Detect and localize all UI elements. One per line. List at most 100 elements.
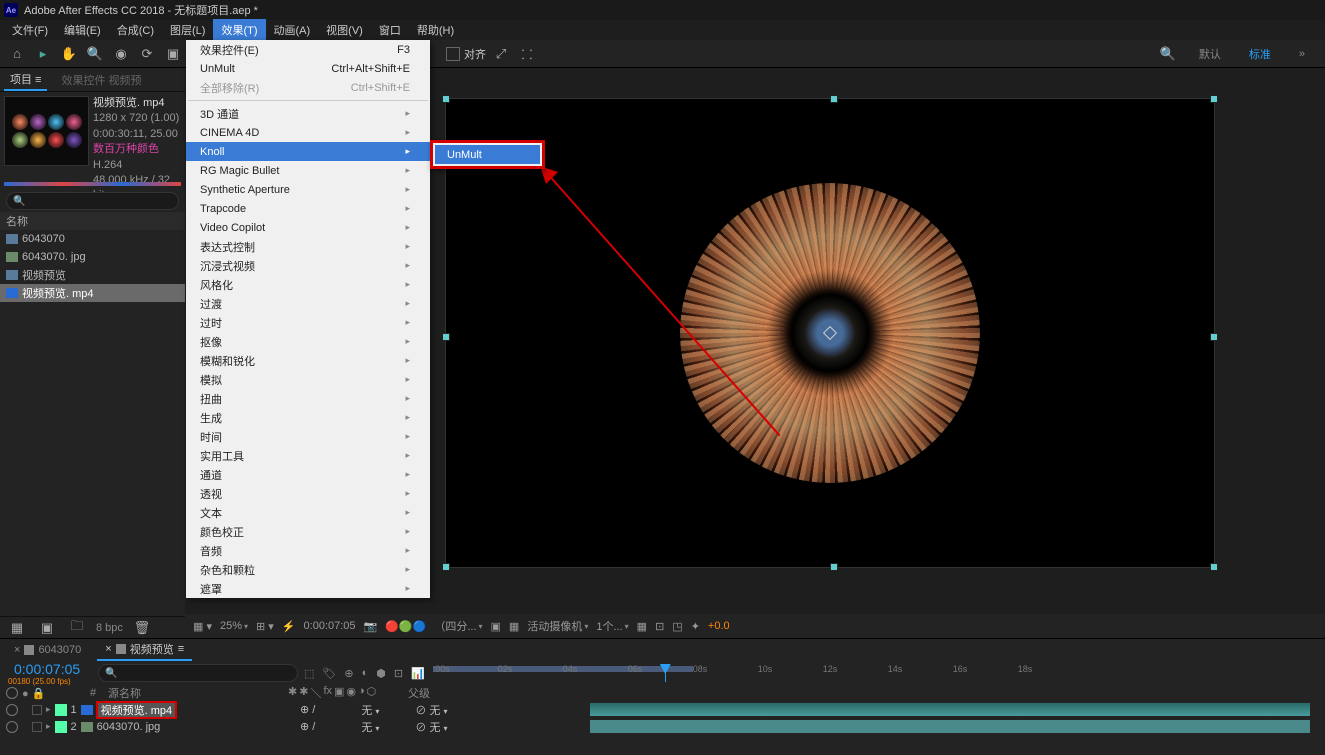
trash-icon[interactable]: 🗑 bbox=[131, 617, 153, 639]
menu-item-3d-channel[interactable]: 3D 通道▸ bbox=[186, 104, 430, 123]
layer-row[interactable]: ▸ 2 6043070. jpg ⊕ / 无 ▾ ⊘ 无 ▾ bbox=[0, 718, 1325, 735]
blend-mode-dropdown[interactable]: 无 ▾ bbox=[361, 719, 379, 735]
res-dropdown[interactable]: ⊞ ▾ bbox=[256, 620, 274, 633]
menu-item-immersive[interactable]: 沉浸式视频▸ bbox=[186, 256, 430, 275]
menu-item-generate[interactable]: 生成▸ bbox=[186, 408, 430, 427]
tl-icon-7[interactable]: 📊 bbox=[411, 667, 425, 680]
tl-icon-2[interactable]: 🏷 bbox=[322, 667, 336, 680]
timecode-display[interactable]: 0:00:07:05 bbox=[304, 620, 356, 632]
interpret-icon[interactable]: ▦ bbox=[6, 617, 28, 639]
orbit-tool-icon[interactable]: ◉ bbox=[110, 43, 132, 65]
col-source[interactable]: 源名称 bbox=[108, 685, 288, 701]
menu-item-rg-magic-bullet[interactable]: RG Magic Bullet▸ bbox=[186, 161, 430, 180]
menu-item-blur[interactable]: 模糊和锐化▸ bbox=[186, 351, 430, 370]
menu-item-text[interactable]: 文本▸ bbox=[186, 503, 430, 522]
bpc-label[interactable]: 8 bpc bbox=[96, 622, 123, 634]
menu-effect[interactable]: 效果(T) bbox=[213, 19, 265, 41]
snapshot-icon[interactable]: 📷 bbox=[364, 620, 378, 633]
magnify-icon[interactable]: ▦ ▾ bbox=[193, 620, 212, 633]
menu-item-remove-all[interactable]: 全部移除(R)Ctrl+Shift+E bbox=[186, 78, 430, 97]
menu-animation[interactable]: 动画(A) bbox=[266, 19, 319, 41]
snap-opt1-icon[interactable]: ⤢ bbox=[490, 43, 512, 65]
asset-row-selected[interactable]: 视频预览. mp4 bbox=[0, 284, 185, 302]
asset-row[interactable]: 视频预览 bbox=[0, 266, 185, 284]
menu-item-time[interactable]: 时间▸ bbox=[186, 427, 430, 446]
view-opt1-icon[interactable]: ▦ bbox=[637, 620, 647, 633]
camera-dropdown[interactable]: 活动摄像机 ▾ bbox=[527, 618, 588, 634]
selection-tool-icon[interactable]: ▸ bbox=[32, 43, 54, 65]
menu-item-utility[interactable]: 实用工具▸ bbox=[186, 446, 430, 465]
snap-opt2-icon[interactable]: ⸬ bbox=[516, 43, 538, 65]
tab-project[interactable]: 项目 ≡ bbox=[4, 69, 47, 91]
new-folder-icon[interactable]: 🗀 bbox=[66, 617, 88, 639]
timeline-search-input[interactable]: 🔍 bbox=[98, 664, 298, 682]
menu-composition[interactable]: 合成(C) bbox=[109, 19, 162, 41]
menu-file[interactable]: 文件(F) bbox=[4, 19, 56, 41]
transparency-icon[interactable]: ▦ bbox=[509, 620, 519, 633]
menu-item-audio[interactable]: 音频▸ bbox=[186, 541, 430, 560]
menu-item-color-correction[interactable]: 颜色校正▸ bbox=[186, 522, 430, 541]
layer-name[interactable]: 6043070. jpg bbox=[97, 721, 161, 733]
layer-clip[interactable] bbox=[590, 703, 1310, 716]
menu-item-video-copilot[interactable]: Video Copilot▸ bbox=[186, 218, 430, 237]
new-comp-icon[interactable]: ▣ bbox=[36, 617, 58, 639]
timeline-tab-active[interactable]: × 视频预览 ≡ bbox=[97, 639, 192, 661]
menu-item-knoll[interactable]: Knoll▸ bbox=[186, 142, 430, 161]
menu-item-simulation[interactable]: 模拟▸ bbox=[186, 370, 430, 389]
layer-name-selected[interactable]: 视频预览. mp4 bbox=[97, 702, 177, 718]
submenu-item-unmult[interactable]: UnMult bbox=[435, 145, 540, 164]
menu-item-transition[interactable]: 过渡▸ bbox=[186, 294, 430, 313]
menu-item-last-effect[interactable]: UnMultCtrl+Alt+Shift+E bbox=[186, 59, 430, 78]
quality-dropdown[interactable]: （四分... ▾ bbox=[434, 618, 482, 634]
rotate-tool-icon[interactable]: ⟳ bbox=[136, 43, 158, 65]
layer-color[interactable] bbox=[55, 721, 67, 733]
exposure-value[interactable]: +0.0 bbox=[708, 620, 730, 632]
snap-checkbox[interactable] bbox=[446, 47, 460, 61]
view-opt3-icon[interactable]: ◳ bbox=[672, 620, 682, 633]
channel-icon[interactable]: 🔴🟢🔵 bbox=[385, 620, 426, 633]
workspace-standard[interactable]: 标准 bbox=[1241, 44, 1279, 64]
timecode-display[interactable]: 0:00:07:05 bbox=[6, 661, 92, 677]
layer-color[interactable] bbox=[55, 704, 67, 716]
menu-item-effect-controls[interactable]: 效果控件(E)F3 bbox=[186, 40, 430, 59]
layer-row[interactable]: ▸ 1 视频预览. mp4 ⊕ / 无 ▾ ⊘ 无 ▾ bbox=[0, 701, 1325, 718]
hand-tool-icon[interactable]: ✋ bbox=[58, 43, 80, 65]
menu-edit[interactable]: 编辑(E) bbox=[56, 19, 109, 41]
menu-item-matte[interactable]: 遮罩▸ bbox=[186, 579, 430, 598]
visibility-toggle[interactable] bbox=[6, 721, 18, 733]
camera-tool-icon[interactable]: ▣ bbox=[162, 43, 184, 65]
menu-item-synthetic-aperture[interactable]: Synthetic Aperture▸ bbox=[186, 180, 430, 199]
parent-dropdown[interactable]: ⊘ 无 ▾ bbox=[415, 702, 447, 718]
tl-icon-3[interactable]: ⊕ bbox=[344, 667, 353, 680]
view-opt2-icon[interactable]: ⊡ bbox=[655, 620, 664, 633]
playhead[interactable] bbox=[665, 664, 666, 682]
timeline-tab[interactable]: × 6043070 bbox=[6, 642, 89, 658]
comp-canvas[interactable] bbox=[445, 98, 1215, 568]
menu-layer[interactable]: 图层(L) bbox=[162, 19, 213, 41]
layer-clip[interactable] bbox=[590, 720, 1310, 733]
asset-row[interactable]: 6043070 bbox=[0, 230, 185, 248]
zoom-dropdown[interactable]: 25% ▾ bbox=[220, 620, 248, 632]
menu-window[interactable]: 窗口 bbox=[371, 19, 409, 41]
menu-item-obsolete[interactable]: 过时▸ bbox=[186, 313, 430, 332]
menu-item-channel[interactable]: 通道▸ bbox=[186, 465, 430, 484]
menu-item-trapcode[interactable]: Trapcode▸ bbox=[186, 199, 430, 218]
column-header-name[interactable]: 名称 bbox=[0, 212, 185, 230]
menu-view[interactable]: 视图(V) bbox=[318, 19, 371, 41]
visibility-toggle[interactable] bbox=[6, 704, 18, 716]
menu-item-distort[interactable]: 扭曲▸ bbox=[186, 389, 430, 408]
views-dropdown[interactable]: 1个... ▾ bbox=[596, 618, 628, 634]
menu-item-cinema4d[interactable]: CINEMA 4D▸ bbox=[186, 123, 430, 142]
menu-item-keying[interactable]: 抠像▸ bbox=[186, 332, 430, 351]
fast-preview-icon[interactable]: ⚡ bbox=[282, 620, 296, 633]
menu-help[interactable]: 帮助(H) bbox=[409, 19, 462, 41]
tl-icon-1[interactable]: ⬚ bbox=[304, 667, 314, 680]
project-search-input[interactable]: 🔍 bbox=[6, 192, 179, 210]
menu-item-stylize[interactable]: 风格化▸ bbox=[186, 275, 430, 294]
tl-icon-6[interactable]: ⊡ bbox=[394, 667, 403, 680]
tl-icon-5[interactable]: ⬢ bbox=[376, 667, 386, 680]
menu-item-expression[interactable]: 表达式控制▸ bbox=[186, 237, 430, 256]
menu-item-noise[interactable]: 杂色和颗粒▸ bbox=[186, 560, 430, 579]
tab-effects-controls[interactable]: 效果控件 视频预 bbox=[55, 70, 147, 90]
parent-dropdown[interactable]: ⊘ 无 ▾ bbox=[415, 719, 447, 735]
